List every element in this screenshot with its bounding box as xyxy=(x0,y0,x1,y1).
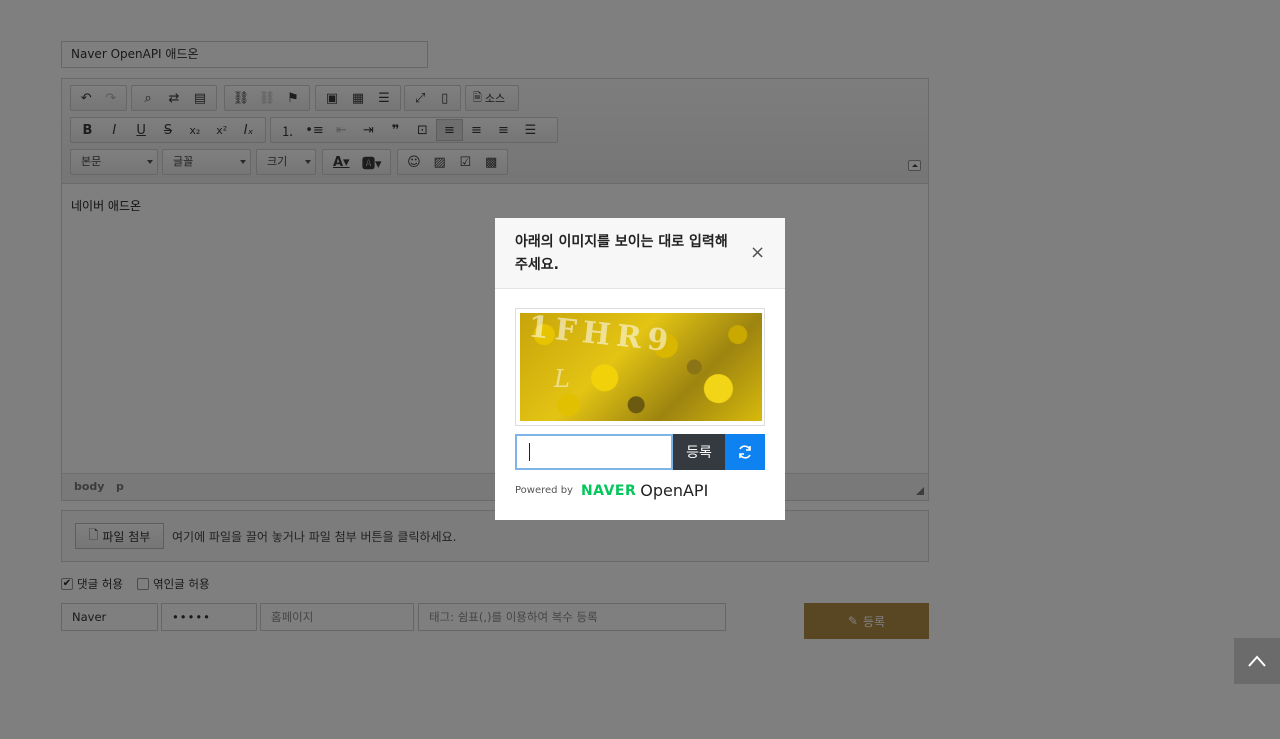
powered-by-naver: Powered by NAVER OpenAPI xyxy=(515,481,708,500)
captcha-text-line2: L xyxy=(554,365,570,393)
captcha-image: 1FHR9 L xyxy=(520,313,762,421)
captcha-submit-button[interactable]: 등록 xyxy=(673,434,725,470)
chevron-up-icon xyxy=(1248,655,1266,667)
text-cursor xyxy=(529,443,530,461)
powered-by-label: Powered by xyxy=(515,485,573,496)
captcha-dialog-header: 아래의 이미지를 보이는 대로 입력해 주세요. × xyxy=(495,218,785,289)
close-icon[interactable]: × xyxy=(750,244,765,262)
openapi-logo: OpenAPI xyxy=(640,481,709,500)
refresh-icon xyxy=(739,445,751,459)
captcha-refresh-button[interactable] xyxy=(725,434,765,470)
captcha-dialog-title: 아래의 이미지를 보이는 대로 입력해 주세요. xyxy=(515,234,728,273)
scroll-to-top-button[interactable] xyxy=(1234,638,1280,684)
captcha-image-frame: 1FHR9 L xyxy=(515,308,765,426)
captcha-dialog: 아래의 이미지를 보이는 대로 입력해 주세요. × 1FHR9 L 등록 Po… xyxy=(495,218,785,520)
naver-logo: NAVER xyxy=(580,482,637,499)
captcha-text-line1: 1FHR9 xyxy=(526,313,676,360)
captcha-answer-input[interactable] xyxy=(515,434,673,470)
